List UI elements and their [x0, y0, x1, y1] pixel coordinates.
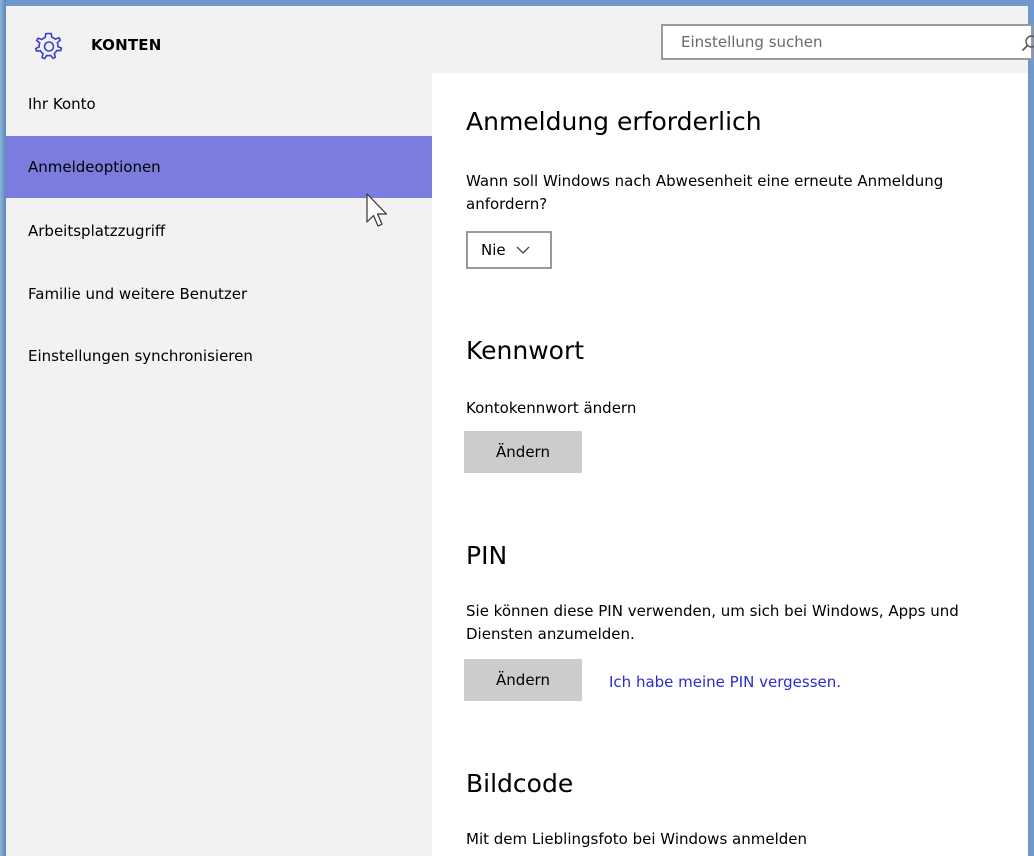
sidebar-item-anmeldeoptionen[interactable]: Anmeldeoptionen	[6, 136, 432, 198]
sidebar-item-label: Familie und weitere Benutzer	[28, 285, 248, 303]
password-description: Kontokennwort ändern	[466, 399, 637, 417]
window-frame-right	[1028, 0, 1034, 856]
sidebar-item-familie[interactable]: Familie und weitere Benutzer	[6, 263, 432, 325]
search-box[interactable]	[661, 24, 1034, 60]
main-content: Anmeldung erforderlich Wann soll Windows…	[432, 73, 1028, 856]
change-pin-button[interactable]: Ändern	[464, 659, 582, 701]
sidebar-item-sync[interactable]: Einstellungen synchronisieren	[6, 325, 432, 387]
forgot-pin-link[interactable]: Ich habe meine PIN vergessen.	[609, 673, 841, 691]
search-input[interactable]	[681, 31, 1011, 53]
sidebar-item-label: Arbeitsplatzzugriff	[28, 222, 166, 240]
header-bar: KONTEN	[6, 6, 1034, 73]
sign-in-dropdown[interactable]: Nie	[466, 231, 552, 269]
sign-in-description: Wann soll Windows nach Abwesenheit eine …	[466, 172, 944, 213]
chevron-down-icon	[516, 246, 530, 254]
sidebar-item-label: Ihr Konto	[28, 95, 96, 113]
settings-window: KONTEN Ihr Konto Anmeldeoptionen Arbeits…	[0, 0, 1034, 856]
change-password-button[interactable]: Ändern	[464, 431, 582, 473]
search-icon[interactable]	[1021, 34, 1034, 52]
section-heading-picture-password: Bildcode	[466, 769, 574, 798]
gear-icon	[34, 32, 63, 60]
section-heading-pin: PIN	[466, 541, 508, 570]
pin-description: Sie können diese PIN verwenden, um sich …	[466, 602, 959, 643]
section-heading-sign-in: Anmeldung erforderlich	[466, 107, 762, 136]
sidebar-nav: Ihr Konto Anmeldeoptionen Arbeitsplatzzu…	[6, 73, 432, 856]
sidebar-item-label: Einstellungen synchronisieren	[28, 347, 253, 365]
section-heading-password: Kennwort	[466, 336, 585, 365]
mouse-cursor-icon	[366, 193, 388, 227]
sidebar-item-label: Anmeldeoptionen	[28, 158, 161, 176]
app-title: KONTEN	[91, 36, 162, 54]
dropdown-value: Nie	[481, 241, 506, 259]
sidebar-item-ihr-konto[interactable]: Ihr Konto	[6, 73, 432, 135]
picture-password-description: Mit dem Lieblingsfoto bei Windows anmeld…	[466, 830, 808, 848]
